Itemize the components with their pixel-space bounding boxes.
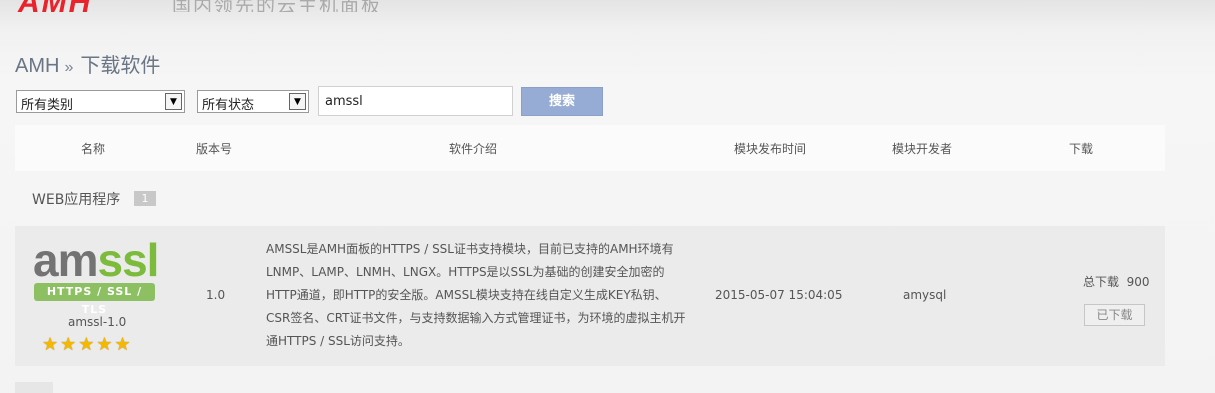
module-developer: amysql [903,288,947,302]
module-description: AMSSL是AMH面板的HTTPS / SSL证书支持模块，目前已支持的AMH环… [266,242,686,348]
module-version: 1.0 [206,288,226,302]
pagination[interactable] [15,382,53,393]
amh-logo: AMH [18,0,92,12]
breadcrumb: AMH » 下载软件 [15,49,160,78]
column-header-name: 名称 [81,142,106,156]
table-header: 名称 版本号 软件介绍 模块发布时间 模块开发者 下载 [15,125,1165,171]
category-select-value: 所有类别 [21,98,74,113]
rating-stars: ★★★★★ [42,334,133,355]
amssl-logo: amssl [33,234,159,286]
header-tagline: 国内领先的云主机面板 [172,0,383,12]
group-label: WEB应用程序 [32,192,121,208]
module-name: amssl-1.0 [68,315,127,329]
state-select[interactable]: 所有状态 ▼ [197,90,309,113]
breadcrumb-separator: » [64,59,74,76]
download-count: 总下载 900 [1083,275,1150,289]
chevron-down-icon: ▼ [289,93,306,110]
column-header-description: 软件介绍 [449,142,498,156]
column-header-developer: 模块开发者 [892,142,953,156]
column-header-version: 版本号 [196,142,233,156]
search-button[interactable]: 搜索 [521,87,603,116]
chevron-down-icon: ▼ [165,93,182,110]
module-release-time: 2015-05-07 15:04:05 [715,288,843,302]
search-input[interactable]: amssl [318,86,513,116]
app-header: AMH 国内领先的云主机面板 [0,0,1215,12]
column-header-download: 下载 [1069,142,1094,156]
table-row: amssl HTTPS / SSL / TLS amssl-1.0 ★★★★★ … [15,226,1165,366]
download-button[interactable]: 已下载 [1084,304,1145,326]
group-count-badge: 1 [134,191,156,206]
breadcrumb-root[interactable]: AMH [15,55,59,77]
column-header-release-time: 模块发布时间 [734,142,807,156]
category-group-row: WEB应用程序 1 [15,173,1165,223]
category-select[interactable]: 所有类别 ▼ [16,90,185,113]
amssl-logo-badge: HTTPS / SSL / TLS [34,283,155,316]
page-title: 下载软件 [80,55,161,77]
state-select-value: 所有状态 [202,98,255,113]
